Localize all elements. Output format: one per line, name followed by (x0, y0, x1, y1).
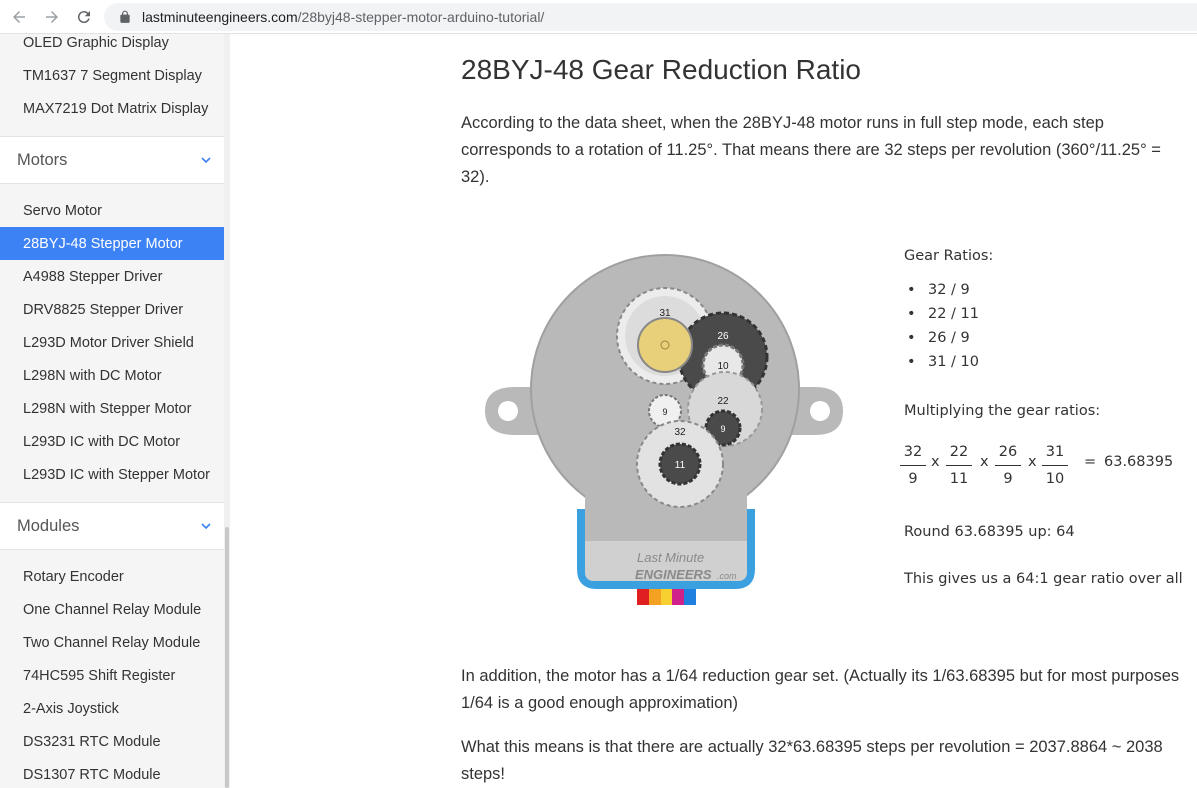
sidebar-item-28byj48[interactable]: 28BYJ-48 Stepper Motor (0, 227, 224, 260)
sidebar-item-l298n-stepper[interactable]: L298N with Stepper Motor (0, 392, 224, 425)
sidebar-item-joystick[interactable]: 2-Axis Joystick (0, 692, 224, 725)
sidebar: OLED Graphic Display TM1637 7 Segment Di… (0, 34, 224, 788)
operator: x (980, 454, 989, 470)
fraction-1: 32 9 (900, 441, 926, 490)
section-title: Modules (17, 516, 80, 535)
watermark-suffix: .com (717, 571, 737, 581)
address-bar[interactable]: lastminuteengineers.com/28byj48-stepper-… (104, 3, 1197, 31)
gear-label-22: 22 (717, 396, 729, 407)
list-item: 22 / 11 (904, 302, 979, 326)
sidebar-item-l298n-dc[interactable]: L298N with DC Motor (0, 359, 224, 392)
list-item: 32 / 9 (904, 278, 979, 302)
gear-label-31: 31 (659, 308, 671, 319)
multiply-title: Multiplying the gear ratios: (904, 403, 1101, 419)
gear-label-9-dark: 9 (720, 424, 725, 434)
gear-label-10: 10 (717, 361, 729, 372)
gear-label-32: 32 (674, 427, 686, 438)
product-result: 63.68395 (1104, 454, 1174, 470)
operator: x (931, 454, 940, 470)
gear-label-11: 11 (675, 460, 686, 471)
page-heading: 28BYJ-48 Gear Reduction Ratio (461, 54, 861, 85)
gear-ratio-list: 32 / 9 22 / 11 26 / 9 31 / 10 (904, 278, 979, 374)
fraction-equation: 32 9 x 22 11 x 26 9 x 31 10 = 63.68395 (900, 441, 1197, 491)
sidebar-item-drv8825[interactable]: DRV8825 Stepper Driver (0, 293, 224, 326)
sidebar-item-rotary-encoder[interactable]: Rotary Encoder (0, 560, 224, 593)
reload-button[interactable] (68, 1, 100, 33)
gear-label-9-light: 9 (662, 407, 667, 417)
url-host: lastminuteengineers.com (142, 9, 298, 25)
sidebar-item-ds1307[interactable]: DS1307 RTC Module (0, 758, 224, 788)
sidebar-scrollbar-thumb[interactable] (225, 527, 229, 788)
sidebar-item-two-channel-relay[interactable]: Two Channel Relay Module (0, 626, 224, 659)
arrow-left-icon (13, 11, 25, 23)
paragraph-step-angle: According to the data sheet, when the 28… (461, 114, 1161, 186)
paragraph-reduction: In addition, the motor has a 1/64 reduct… (461, 667, 1180, 712)
sidebar-item-l293d-shield[interactable]: L293D Motor Driver Shield (0, 326, 224, 359)
fraction-2: 22 11 (946, 441, 972, 490)
operator: x (1028, 454, 1037, 470)
mount-hole-right (810, 401, 830, 421)
url-path: /28byj48-stepper-motor-arduino-tutorial/ (297, 9, 545, 25)
forward-button[interactable] (36, 1, 68, 33)
mount-hole-left (498, 401, 518, 421)
round-text: Round 63.68395 up: 64 (904, 524, 1075, 540)
gear-ratios-title: Gear Ratios: (904, 248, 994, 264)
shaft (637, 317, 693, 373)
fraction-3: 26 9 (995, 441, 1021, 490)
sidebar-item-oled[interactable]: OLED Graphic Display (0, 34, 224, 59)
fraction-4: 31 10 (1042, 441, 1068, 490)
gear-label-26: 26 (717, 331, 729, 342)
sidebar-item-servo[interactable]: Servo Motor (0, 194, 224, 227)
sidebar-item-ds3231[interactable]: DS3231 RTC Module (0, 725, 224, 758)
sidebar-item-tm1637[interactable]: TM1637 7 Segment Display (0, 59, 224, 92)
sidebar-item-one-channel-relay[interactable]: One Channel Relay Module (0, 593, 224, 626)
sidebar-item-a4988[interactable]: A4988 Stepper Driver (0, 260, 224, 293)
equals-sign: = (1084, 454, 1097, 470)
watermark-line1: Last Minute (637, 550, 704, 565)
overall-ratio-text: This gives us a 64:1 gear ratio over all (904, 571, 1183, 587)
lock-icon (120, 10, 130, 23)
article: 28BYJ-48 Gear Reduction Ratio According … (230, 34, 1197, 788)
gear-diagram: 31 26 10 22 9 9 32 11 Last Minute ENGINE… (485, 254, 843, 605)
paragraph-steps: What this means is that there are actual… (461, 738, 1163, 783)
sidebar-item-max7219[interactable]: MAX7219 Dot Matrix Display (0, 92, 224, 125)
chevron-down-icon (201, 157, 211, 164)
chevron-down-icon (201, 523, 211, 530)
arrow-right-icon (46, 11, 58, 23)
section-title: Motors (17, 150, 68, 169)
sidebar-item-l293d-stepper[interactable]: L293D IC with Stepper Motor (0, 458, 224, 491)
list-item: 26 / 9 (904, 326, 979, 350)
reload-icon (77, 11, 90, 24)
sidebar-section-motors[interactable]: Motors (0, 136, 224, 184)
sidebar-item-74hc595[interactable]: 74HC595 Shift Register (0, 659, 224, 692)
browser-toolbar: lastminuteengineers.com/28byj48-stepper-… (0, 0, 1197, 34)
watermark-line2: ENGINEERS (635, 567, 712, 582)
list-item: 31 / 10 (904, 350, 979, 374)
sidebar-item-l293d-dc[interactable]: L293D IC with DC Motor (0, 425, 224, 458)
back-button[interactable] (3, 1, 35, 33)
sidebar-section-modules[interactable]: Modules (0, 502, 224, 550)
